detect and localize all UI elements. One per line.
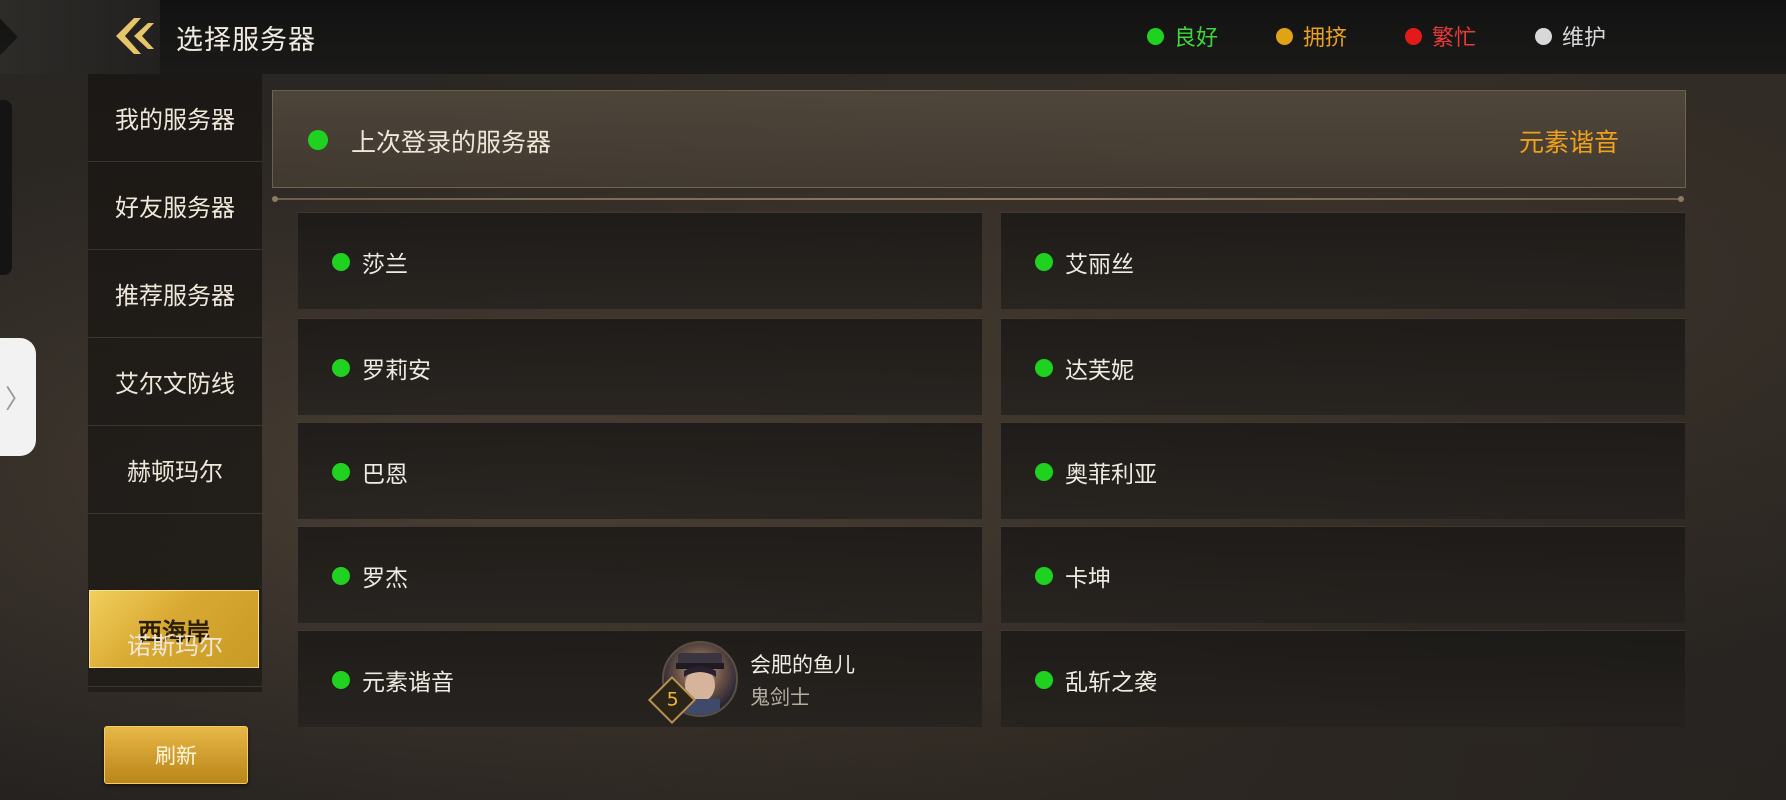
sidebar-item-label: 我的服务器 [115, 106, 235, 134]
sidebar-item-label: 推荐服务器 [115, 282, 235, 310]
chevron-right-icon: 〉 [4, 384, 31, 415]
status-good-dot-icon [332, 463, 350, 481]
legend-maintenance: 维护 [1535, 20, 1606, 52]
server-name: 罗杰 [362, 566, 408, 592]
server-cell[interactable]: 莎兰 [298, 212, 982, 309]
status-good-dot-icon [332, 253, 350, 271]
last-login-server-name: 元素谐音 [1518, 128, 1619, 157]
server-cell[interactable]: 奥菲利亚 [1001, 422, 1685, 519]
status-good-dot-icon [308, 130, 328, 150]
status-good-dot-icon [332, 567, 350, 585]
server-cell[interactable]: 元素谐音 5 会肥的鱼儿 鬼剑士 [298, 630, 982, 727]
side-drawer-handle[interactable]: 〉 [0, 338, 36, 456]
last-login-label: 上次登录的服务器 [351, 128, 552, 157]
sidebar-item-hendon-myre[interactable]: 赫顿玛尔 [88, 426, 262, 514]
sidebar-item-label: 好友服务器 [115, 194, 235, 222]
back-button[interactable] [112, 14, 164, 58]
server-name: 元素谐音 [362, 670, 454, 696]
server-name: 卡坤 [1065, 566, 1111, 592]
status-maintenance-dot-icon [1535, 27, 1552, 45]
divider [272, 196, 1684, 202]
status-good-dot-icon [332, 671, 350, 689]
server-cell[interactable]: 艾丽丝 [1001, 212, 1685, 309]
server-name: 乱斩之袭 [1065, 670, 1157, 696]
sidebar-item-recommended-servers[interactable]: 推荐服务器 [88, 250, 262, 338]
legend-crowded-label: 拥挤 [1303, 26, 1348, 51]
sidebar-item-my-servers[interactable]: 我的服务器 [88, 74, 262, 162]
character-level: 5 [666, 688, 679, 711]
status-good-dot-icon [332, 359, 350, 377]
legend-crowded: 拥挤 [1276, 20, 1347, 52]
legend-busy-label: 繁忙 [1432, 26, 1477, 51]
server-cell[interactable]: 卡坤 [1001, 526, 1685, 623]
legend-maintenance-label: 维护 [1562, 26, 1607, 51]
legend-good: 良好 [1147, 20, 1218, 52]
status-good-dot-icon [1035, 567, 1053, 585]
left-edge-strip [0, 100, 12, 275]
server-name: 莎兰 [362, 252, 408, 278]
server-cell[interactable]: 罗杰 [298, 526, 982, 623]
status-good-dot-icon [1147, 27, 1164, 45]
server-name: 巴恩 [362, 462, 408, 488]
sidebar-item-friend-servers[interactable]: 好友服务器 [88, 162, 262, 250]
server-name: 罗莉安 [362, 358, 431, 384]
status-good-dot-icon [1035, 359, 1053, 377]
status-good-dot-icon [1035, 463, 1053, 481]
server-cell[interactable]: 达芙妮 [1001, 318, 1685, 415]
status-crowded-dot-icon [1276, 27, 1293, 45]
server-cell[interactable]: 罗莉安 [298, 318, 982, 415]
status-good-dot-icon [1035, 671, 1053, 689]
status-good-dot-icon [1035, 253, 1053, 271]
sidebar-item-elvenguard[interactable]: 艾尔文防线 [88, 338, 262, 426]
server-cell[interactable]: 乱斩之袭 [1001, 630, 1685, 727]
server-cell[interactable]: 巴恩 [298, 422, 982, 519]
status-busy-dot-icon [1405, 27, 1422, 45]
sidebar-item-label: 艾尔文防线 [115, 370, 235, 398]
legend-good-label: 良好 [1174, 26, 1219, 51]
legend-busy: 繁忙 [1405, 20, 1476, 52]
server-name: 艾丽丝 [1065, 252, 1134, 278]
server-name: 达芙妮 [1065, 358, 1134, 384]
character-name: 会肥的鱼儿 [750, 653, 855, 677]
back-arrow-icon [116, 18, 154, 54]
server-name: 奥菲利亚 [1065, 462, 1157, 488]
character-class: 鬼剑士 [750, 685, 810, 709]
sidebar-item-nosmar[interactable]: 诺斯玛尔 [88, 600, 262, 687]
refresh-button[interactable]: 刷新 [104, 726, 248, 784]
last-login-server-bar[interactable]: 上次登录的服务器 元素谐音 [272, 90, 1686, 188]
sidebar-item-label: 赫顿玛尔 [127, 458, 223, 486]
sidebar-item-label: 诺斯玛尔 [127, 631, 223, 660]
page-title: 选择服务器 [176, 25, 316, 56]
